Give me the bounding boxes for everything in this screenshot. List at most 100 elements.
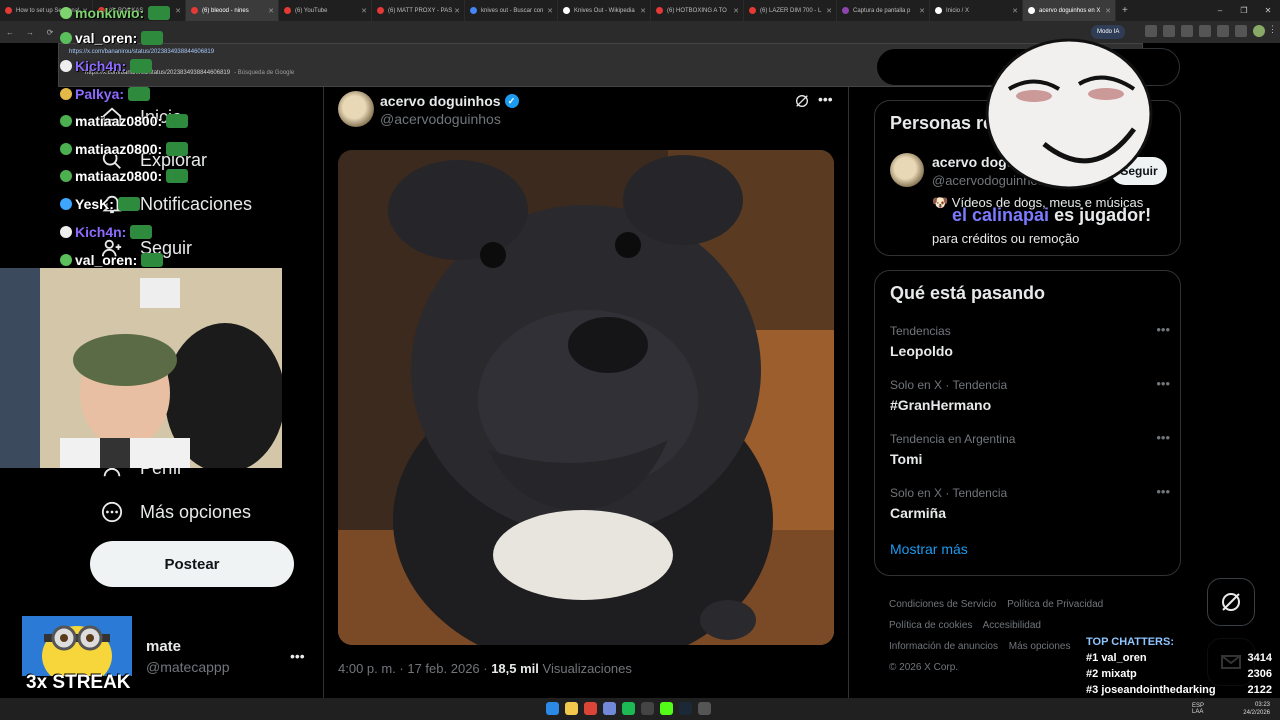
close-window-button[interactable]: ✕ [1256,0,1280,21]
app-icon[interactable] [698,702,711,715]
tab-close-icon[interactable]: ✕ [826,7,832,15]
nav-item-mas-opciones[interactable]: Más opciones [100,500,251,524]
footer-link[interactable]: Política de cookies [889,620,972,631]
card-title: Personas re [890,113,994,133]
extension-icon[interactable] [1181,25,1193,37]
forward-button[interactable]: → [20,28,40,37]
tab-close-icon[interactable]: ✕ [1012,7,1018,15]
trend-item[interactable]: Solo en X · Tendencia #GranHermano ••• [890,376,1170,413]
grok-icon[interactable] [794,93,810,109]
tab-close-icon[interactable]: ✕ [175,7,181,15]
account-switcher[interactable]: mate @matecappp [146,638,229,675]
reload-button[interactable]: ⟳ [40,28,60,37]
back-button[interactable]: ← [0,28,20,37]
chat-message: matiaaz0800: [60,141,189,157]
alert-user: el calinapai [952,205,1050,225]
tweet-media-image[interactable] [338,150,834,645]
tab-close-icon[interactable]: ✕ [1105,7,1111,15]
chat-badge-icon [60,254,72,266]
start-icon[interactable] [546,702,559,715]
extension-icon[interactable] [1217,25,1229,37]
chat-badge-icon [60,115,72,127]
tab-close-icon[interactable]: ✕ [640,7,646,15]
chat-username: matiaaz0800: [75,141,163,157]
trend-item[interactable]: Tendencia en Argentina Tomi ••• [890,430,1170,467]
tab-close-icon[interactable]: ✕ [268,7,274,15]
tweet-author-name[interactable]: acervo doguinhos ✓ [380,93,519,109]
chrome-icon[interactable] [584,702,597,715]
stream-alert: el calinapai es jugador! [952,205,1151,226]
kick-icon[interactable] [660,702,673,715]
extension-icon[interactable] [1199,25,1211,37]
tweet-more-icon[interactable]: ••• [818,91,833,107]
card-title: Qué está pasando [890,283,1046,303]
file-explorer-icon[interactable] [565,702,578,715]
chat-username: val_oren: [75,252,138,268]
chat-badge-icon [60,32,72,44]
minimize-button[interactable]: – [1208,0,1232,21]
footer-link[interactable]: Más opciones [1009,641,1071,652]
tab-close-icon[interactable]: ✕ [454,7,460,15]
browser-tab[interactable]: (6) MATT PROXY - PAS ✕ [372,0,465,21]
trend-more-icon[interactable]: ••• [1156,376,1170,391]
browser-tab[interactable]: (6) LAZER DIM 700 - L ✕ [744,0,837,21]
person-avatar[interactable] [890,153,924,187]
browser-tab[interactable]: (6) YouTube ✕ [279,0,372,21]
tab-close-icon[interactable]: ✕ [361,7,367,15]
footer-link[interactable]: Información de anuncios [889,641,998,652]
tab-close-icon[interactable]: ✕ [733,7,739,15]
tab-close-icon[interactable]: ✕ [919,7,925,15]
minion-emote [22,616,132,676]
trend-more-icon[interactable]: ••• [1156,430,1170,445]
alert-message: es jugador! [1049,205,1152,225]
browser-tab[interactable]: knives out - Buscar con ✕ [465,0,558,21]
trend-context: Tendencias [890,324,951,338]
language-indicator[interactable]: ESP LAA [1192,703,1204,715]
footer-link[interactable]: Accesibilidad [983,620,1041,631]
grok-float-button[interactable] [1207,578,1255,626]
browser-tab[interactable]: (6) bleood - nines ✕ [186,0,279,21]
obs-icon[interactable] [641,702,654,715]
chat-emote [128,87,151,101]
trend-context: Solo en X · Tendencia [890,378,1008,392]
trend-more-icon[interactable]: ••• [1156,322,1170,337]
chat-username: matiaaz0800: [75,168,163,184]
tab-favicon-icon [749,7,756,14]
chat-message: matiaaz0800: [60,113,189,129]
address-bar-input[interactable]: https://x.com/bananirou/status/202383493… [69,49,214,55]
footer-link[interactable]: Política de Privacidad [1007,599,1103,610]
show-more-link[interactable]: Mostrar más [890,541,968,557]
browser-tab[interactable]: Inicio / X ✕ [930,0,1023,21]
tab-favicon-icon [377,7,384,14]
spotify-icon[interactable] [622,702,635,715]
browser-tab[interactable]: acervo doguinhos en X ✕ [1023,0,1116,21]
tweet-author-handle[interactable]: @acervodoguinhos [380,111,501,127]
discord-icon[interactable] [603,702,616,715]
extension-icon[interactable] [1163,25,1175,37]
tab-close-icon[interactable]: ✕ [547,7,553,15]
suggestion-sub: - Búsqueda de Google [234,70,295,76]
trend-item[interactable]: Tendencias Leopoldo ••• [890,322,1170,359]
tweet-time[interactable]: 4:00 p. m. · 17 feb. 2026 · [338,661,491,676]
maximize-button[interactable]: ❐ [1232,0,1256,21]
steam-icon[interactable] [679,702,692,715]
browser-menu-icon[interactable]: ⋮ [1268,24,1277,35]
clock[interactable]: 03:23 24/2/2026 [1243,701,1270,717]
tweet-author-avatar[interactable] [338,91,374,127]
profile-avatar[interactable] [1253,25,1265,37]
windows-taskbar: ESP LAA 03:23 24/2/2026 [0,698,1280,720]
tab-favicon-icon [935,7,942,14]
chatter-name: joseandointhedarking [1101,684,1216,696]
trend-item[interactable]: Solo en X · Tendencia Carmiña ••• [890,484,1170,521]
extension-icon[interactable] [1235,25,1247,37]
copyright: © 2026 X Corp. [889,662,959,673]
trend-more-icon[interactable]: ••• [1156,484,1170,499]
chatter-name: val_oren [1101,652,1147,664]
browser-tab[interactable]: Knives Out - Wikipedia ✕ [558,0,651,21]
account-more-icon[interactable]: ••• [290,648,305,664]
browser-tab[interactable]: (6) HOTBOXING A TO ✕ [651,0,744,21]
new-tab-button[interactable]: + [1122,5,1128,16]
browser-tab[interactable]: Captura de pantalla p ✕ [837,0,930,21]
footer-link[interactable]: Condiciones de Servicio [889,599,996,610]
post-button[interactable]: Postear [90,541,294,587]
